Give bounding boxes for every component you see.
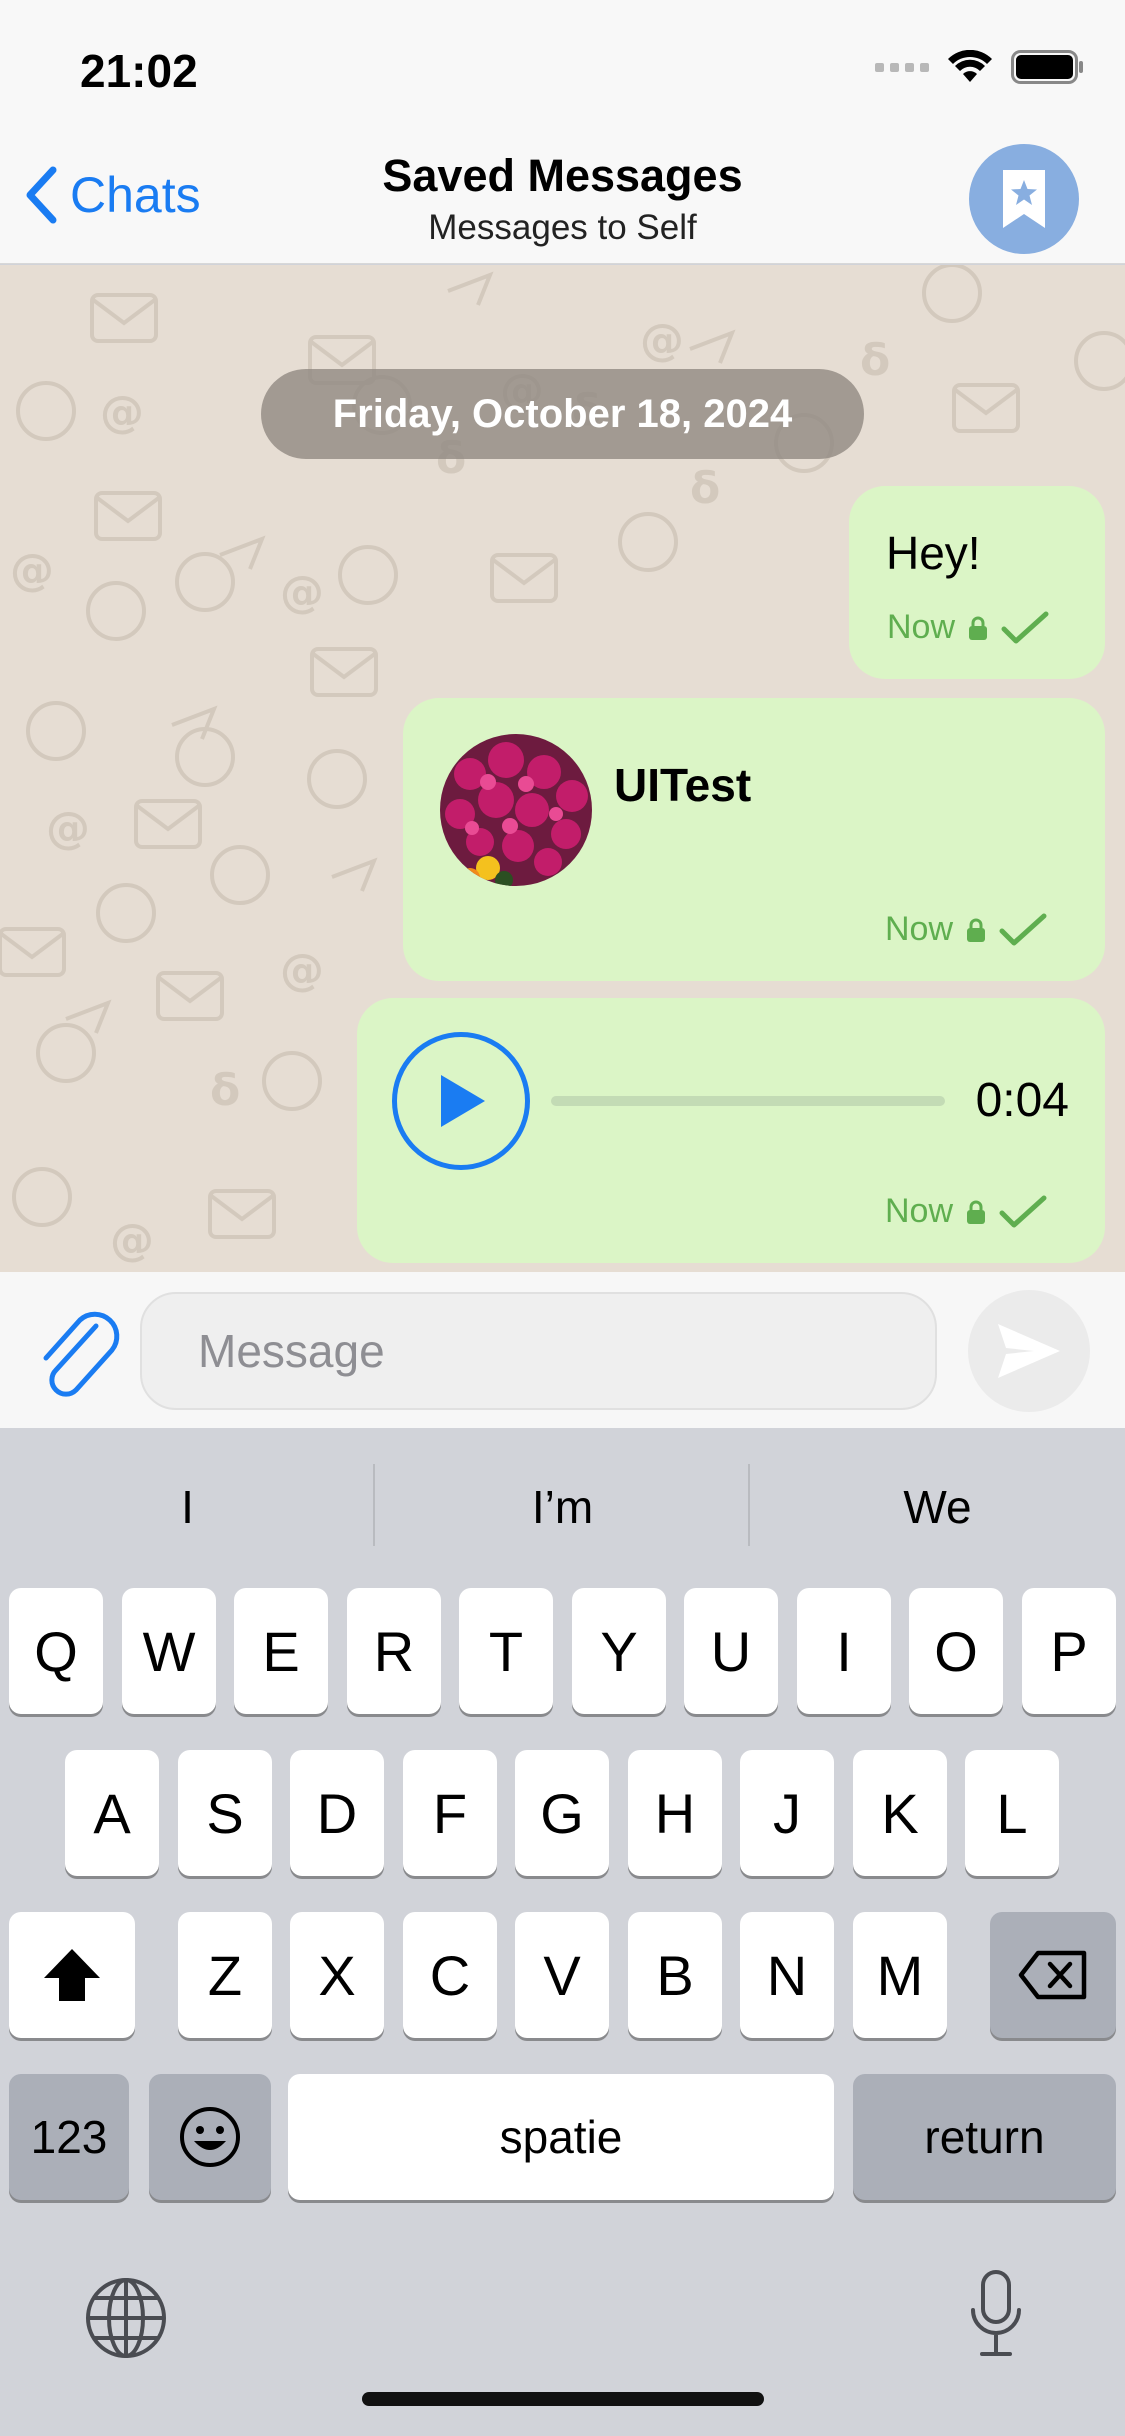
page-subtitle: Messages to Self xyxy=(428,208,697,247)
status-time: 21:02 xyxy=(80,45,198,97)
svg-text:@: @ xyxy=(110,1215,154,1266)
bookmark-star-icon xyxy=(1003,170,1045,228)
contact-photo[interactable] xyxy=(440,734,592,886)
key-b[interactable]: B xyxy=(628,1912,722,2038)
emoji-key[interactable] xyxy=(149,2074,271,2200)
globe-icon[interactable] xyxy=(84,2276,168,2360)
key-w[interactable]: W xyxy=(122,1588,216,1714)
suggestion-2[interactable]: I’m xyxy=(375,1480,750,1534)
suggestion-3[interactable]: We xyxy=(750,1480,1125,1534)
lock-icon xyxy=(967,1200,986,1224)
key-n[interactable]: N xyxy=(740,1912,834,2038)
key-z[interactable]: Z xyxy=(178,1912,272,2038)
checkmark-icon xyxy=(999,913,1047,945)
key-p[interactable]: P xyxy=(1022,1588,1116,1714)
checkmark-icon xyxy=(1001,611,1049,643)
status-icons xyxy=(875,50,1085,84)
key-k[interactable]: K xyxy=(853,1750,947,1876)
battery-icon xyxy=(1011,50,1083,84)
checkmark-icon xyxy=(999,1195,1047,1227)
key-y[interactable]: Y xyxy=(572,1588,666,1714)
key-d[interactable]: D xyxy=(290,1750,384,1876)
message-bubble-text[interactable]: Hey! Now xyxy=(849,486,1105,679)
home-indicator[interactable] xyxy=(362,2392,764,2406)
key-s[interactable]: S xyxy=(178,1750,272,1876)
send-icon xyxy=(998,1324,1060,1378)
play-icon xyxy=(441,1075,485,1127)
svg-text:@: @ xyxy=(46,803,90,854)
message-meta: Now xyxy=(885,1192,1047,1231)
key-x[interactable]: X xyxy=(290,1912,384,2038)
delete-key[interactable] xyxy=(990,1912,1116,2038)
message-input[interactable]: Message xyxy=(140,1292,937,1410)
key-h[interactable]: H xyxy=(628,1750,722,1876)
lock-icon xyxy=(967,918,986,942)
message-meta: Now xyxy=(887,608,1049,647)
message-time: Now xyxy=(885,910,954,948)
message-time: Now xyxy=(885,1192,954,1230)
numbers-key[interactable]: 123 xyxy=(9,2074,129,2200)
key-o[interactable]: O xyxy=(909,1588,1003,1714)
shift-icon xyxy=(44,1949,100,2001)
return-key[interactable]: return xyxy=(853,2074,1116,2200)
date-header: Friday, October 18, 2024 xyxy=(261,369,864,459)
emoji-icon xyxy=(180,2107,240,2167)
keyboard: I I’m We Q W E R T Y U I O P A S D F G H… xyxy=(0,1428,1125,2436)
microphone-icon[interactable] xyxy=(966,2268,1026,2360)
key-u[interactable]: U xyxy=(684,1588,778,1714)
message-meta: Now xyxy=(885,910,1047,949)
message-bubble-voice[interactable]: 0:04 Now xyxy=(357,998,1105,1263)
send-button[interactable] xyxy=(968,1290,1090,1412)
svg-text:@: @ xyxy=(640,315,684,366)
space-key[interactable]: spatie xyxy=(288,2074,834,2200)
message-time: Now xyxy=(887,608,956,646)
key-j[interactable]: J xyxy=(740,1750,834,1876)
svg-text:δ: δ xyxy=(690,463,720,514)
key-g[interactable]: G xyxy=(515,1750,609,1876)
key-r[interactable]: R xyxy=(347,1588,441,1714)
svg-text:δ: δ xyxy=(210,1065,240,1116)
key-v[interactable]: V xyxy=(515,1912,609,2038)
svg-text:δ: δ xyxy=(860,335,890,386)
key-a[interactable]: A xyxy=(65,1750,159,1876)
saved-messages-avatar[interactable] xyxy=(969,144,1079,254)
top-bar: 21:02 Chats Saved Messages Messages to S… xyxy=(0,0,1125,264)
chat-area[interactable]: @@@ @@@ @@ δδδ δδ Friday, October 18, 20… xyxy=(0,265,1125,1272)
key-i[interactable]: I xyxy=(797,1588,891,1714)
key-q[interactable]: Q xyxy=(9,1588,103,1714)
composer-bar: Message xyxy=(0,1272,1125,1428)
page-title: Saved Messages xyxy=(382,150,743,201)
backspace-icon xyxy=(1018,1950,1087,2000)
svg-text:@: @ xyxy=(280,945,324,996)
suggestion-1[interactable]: I xyxy=(0,1480,375,1534)
key-f[interactable]: F xyxy=(403,1750,497,1876)
voice-duration: 0:04 xyxy=(975,1074,1069,1127)
message-text: Hey! xyxy=(886,527,981,579)
key-m[interactable]: M xyxy=(853,1912,947,2038)
voice-progress-track[interactable] xyxy=(551,1096,945,1106)
lock-icon xyxy=(969,616,988,640)
contact-name: UITest xyxy=(614,759,752,811)
play-button[interactable] xyxy=(392,1032,530,1170)
cellular-signal-icon xyxy=(875,62,929,72)
message-bubble-contact[interactable]: UITest Now xyxy=(403,698,1105,981)
key-l[interactable]: L xyxy=(965,1750,1059,1876)
key-t[interactable]: T xyxy=(459,1588,553,1714)
predictive-bar: I I’m We xyxy=(0,1428,1125,1584)
wifi-icon xyxy=(948,50,992,82)
shift-key[interactable] xyxy=(9,1912,135,2038)
paperclip-icon[interactable] xyxy=(34,1308,124,1408)
key-c[interactable]: C xyxy=(403,1912,497,2038)
svg-text:@: @ xyxy=(10,545,54,596)
key-e[interactable]: E xyxy=(234,1588,328,1714)
svg-text:@: @ xyxy=(100,387,144,438)
svg-text:@: @ xyxy=(280,567,324,618)
